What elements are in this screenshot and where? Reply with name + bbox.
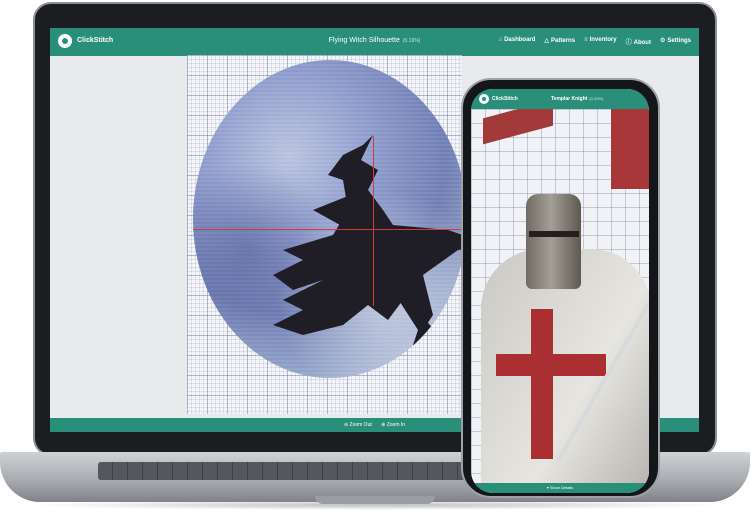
- pattern-progress: (0.43%): [589, 96, 604, 101]
- nav-item-settings[interactable]: ⚙ Settings: [660, 37, 691, 46]
- nav-item-inventory[interactable]: ≡ Inventory: [584, 37, 617, 46]
- pattern-progress: (0.16%): [402, 38, 421, 44]
- nav-label: About: [633, 40, 651, 46]
- about-icon: ⓘ: [625, 40, 632, 46]
- knight-helmet: [526, 194, 581, 289]
- phone-screen: ClickStitch Templar Knight (0.43%) ▾ Show…: [471, 89, 649, 493]
- dashboard-icon: ⌂: [498, 37, 503, 43]
- main-nav: ⌂ Dashboard △ Patterns ≡ Inventory ⓘ About ⚙…: [498, 37, 691, 46]
- pattern-title-text: Templar Knight: [551, 96, 588, 102]
- nav-item-dashboard[interactable]: ⌂ Dashboard: [498, 37, 535, 46]
- nav-item-patterns[interactable]: △ Patterns: [544, 37, 575, 46]
- pattern-title: Templar Knight (0.43%): [551, 96, 603, 102]
- pattern-image-moon: [193, 60, 467, 378]
- pattern-canvas[interactable]: [471, 109, 649, 483]
- nav-label: Inventory: [589, 37, 617, 43]
- pattern-title-text: Flying Witch Silhouette: [328, 37, 400, 44]
- nav-label: Patterns: [551, 38, 576, 44]
- laptop-lip: [315, 496, 435, 504]
- templar-cross: [531, 309, 553, 459]
- nav-label: Settings: [667, 38, 691, 44]
- logo-icon[interactable]: [479, 94, 489, 104]
- crosshair-vertical: [373, 136, 374, 306]
- app-header: ClickStitch Flying Witch Silhouette (0.16…: [50, 28, 699, 56]
- nav-item-about[interactable]: ⓘ About: [626, 37, 651, 46]
- zoom-in-button[interactable]: ⊕ Zoom In: [381, 422, 405, 428]
- pattern-image-flag: [483, 109, 553, 145]
- patterns-icon: △: [544, 38, 550, 44]
- templar-cross: [496, 354, 606, 376]
- settings-icon: ⚙: [659, 38, 666, 44]
- zoom-out-button[interactable]: ⊖ Zoom Out: [344, 422, 372, 428]
- phone-header: ClickStitch Templar Knight (0.43%): [471, 89, 649, 109]
- pattern-image-flag: [611, 109, 649, 189]
- inventory-icon: ≡: [584, 37, 588, 43]
- helmet-visor: [529, 231, 579, 237]
- brand-name[interactable]: ClickStitch: [492, 96, 518, 102]
- witch-silhouette: [273, 135, 467, 365]
- crosshair-horizontal: [193, 229, 463, 230]
- nav-label: Dashboard: [504, 37, 536, 43]
- show-details-button[interactable]: ▾ Show Details: [471, 483, 649, 493]
